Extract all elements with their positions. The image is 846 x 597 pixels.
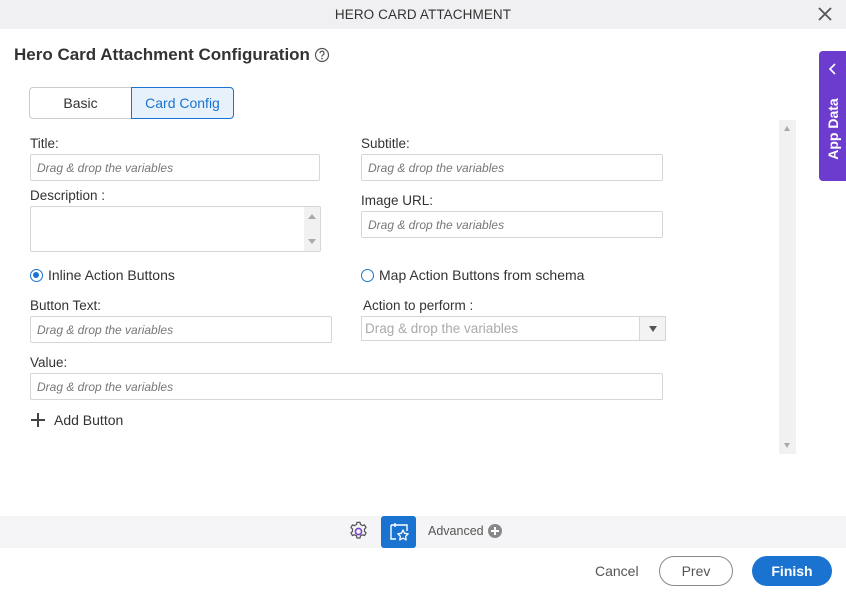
select-placeholder: Drag & drop the variables [365, 321, 519, 336]
plus-icon [30, 412, 46, 428]
form-scrollbar[interactable] [779, 120, 796, 454]
description-textarea[interactable] [30, 206, 321, 252]
subtitle-label: Subtitle: [361, 136, 410, 151]
image-url-input[interactable]: Drag & drop the variables [361, 211, 663, 238]
advanced-label: Advanced [428, 524, 484, 538]
image-url-label: Image URL: [361, 193, 434, 208]
scroll-down-icon[interactable] [308, 239, 316, 244]
star-form-icon [389, 523, 409, 541]
tab-bar: Basic Card Config [29, 87, 234, 119]
value-label: Value: [30, 355, 68, 370]
gear-icon[interactable] [347, 520, 370, 543]
title-label: Title: [30, 136, 59, 151]
radio-checked-icon[interactable] [30, 268, 43, 282]
prev-button[interactable]: Prev [659, 556, 733, 586]
chevron-left-icon [828, 63, 836, 75]
favorite-form-button[interactable] [381, 516, 416, 548]
radio-inline-action-buttons[interactable]: Inline Action Buttons [30, 267, 175, 283]
chevron-down-icon[interactable] [639, 317, 665, 340]
dialog-title: HERO CARD ATTACHMENT [334, 7, 512, 22]
add-button-label: Add Button [54, 412, 124, 428]
finish-button[interactable]: Finish [752, 556, 832, 586]
title-input[interactable]: Drag & drop the variables [30, 154, 320, 181]
app-data-label: App Data [824, 98, 841, 160]
bottom-toolbar [0, 516, 846, 548]
advanced-toggle[interactable]: Advanced [428, 524, 502, 538]
page-title-text: Hero Card Attachment Configuration [14, 45, 310, 64]
tab-basic[interactable]: Basic [29, 87, 131, 119]
add-button[interactable]: Add Button [30, 412, 123, 428]
radio-label: Map Action Buttons from schema [379, 267, 585, 283]
scroll-down-icon[interactable] [784, 443, 790, 448]
radio-unchecked-icon[interactable] [361, 268, 374, 282]
action-to-perform-select[interactable]: Drag & drop the variables [361, 316, 666, 341]
subtitle-input[interactable]: Drag & drop the variables [361, 154, 663, 181]
scroll-up-icon[interactable] [784, 126, 790, 131]
app-data-panel-toggle[interactable]: App Data [819, 51, 846, 181]
description-label: Description : [30, 188, 106, 203]
scroll-up-icon[interactable] [308, 214, 316, 219]
cancel-button[interactable]: Cancel [595, 563, 639, 579]
close-icon[interactable] [816, 5, 834, 23]
radio-map-action-buttons[interactable]: Map Action Buttons from schema [361, 267, 584, 283]
help-icon[interactable] [314, 47, 330, 63]
value-input[interactable]: Drag & drop the variables [30, 373, 663, 400]
button-text-input[interactable]: Drag & drop the variables [30, 316, 332, 343]
button-text-label: Button Text: [30, 298, 102, 313]
plus-circle-icon [487, 524, 502, 538]
action-to-perform-label: Action to perform : [363, 298, 474, 313]
radio-label: Inline Action Buttons [48, 267, 175, 283]
tab-card-config[interactable]: Card Config [131, 87, 234, 119]
title-bar: HERO CARD ATTACHMENT [0, 0, 846, 29]
page-title: Hero Card Attachment Configuration [14, 45, 330, 65]
hero-card-attachment-dialog: HERO CARD ATTACHMENT Hero Card Attachmen… [0, 0, 846, 597]
description-scrollbar[interactable] [304, 207, 320, 251]
